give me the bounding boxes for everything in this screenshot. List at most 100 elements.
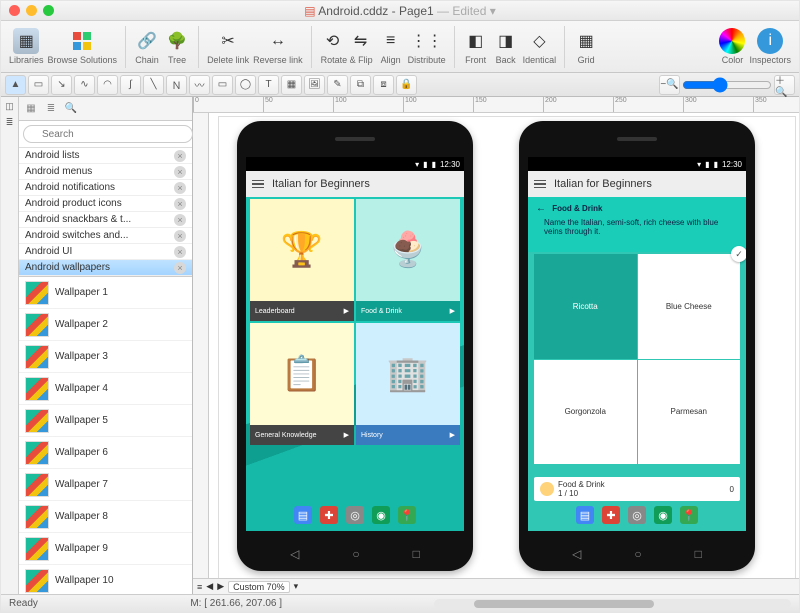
close-icon[interactable]: × (174, 182, 186, 194)
search-mode-icon[interactable]: 🔍 (63, 101, 79, 117)
card-leaderboard[interactable]: 🏆Leaderboard▶ (250, 199, 354, 321)
shape-row[interactable]: Wallpaper 6 (19, 437, 192, 469)
zoom-out-button[interactable]: −🔍 (659, 75, 680, 95)
home-key-icon[interactable]: ○ (352, 547, 359, 561)
group-tool[interactable]: ⧉ (350, 75, 371, 95)
answer-option[interactable]: Gorgonzola (534, 360, 637, 465)
close-icon[interactable]: × (174, 230, 186, 242)
zoom-dropdown-icon[interactable]: ▾ (294, 581, 299, 592)
recent-key-icon[interactable]: □ (695, 547, 702, 561)
dock-chrome-icon[interactable]: ◉ (372, 506, 390, 524)
close-icon[interactable]: × (174, 150, 186, 162)
toolbar-chain[interactable]: 🔗Chain (134, 28, 160, 65)
answer-option[interactable]: Parmesan (638, 360, 741, 465)
shape-row[interactable]: Wallpaper 2 (19, 309, 192, 341)
library-group-row[interactable]: Android switches and...× (19, 228, 192, 244)
view-list-icon[interactable]: ≣ (43, 101, 59, 117)
toolbar-back[interactable]: ◨Back (493, 28, 519, 65)
phone-mockup-2[interactable]: ▾ ▮ ▮ 12:30 Italian for Beginners ← (519, 121, 755, 571)
library-group-row[interactable]: Android product icons× (19, 196, 192, 212)
table-tool[interactable]: ▦ (281, 75, 302, 95)
page-nav-left-icon[interactable]: ◀ (206, 581, 213, 592)
close-icon[interactable]: × (174, 214, 186, 226)
arc-tool[interactable]: ◠ (97, 75, 118, 95)
hamburger-icon[interactable] (252, 180, 264, 189)
zoom-range[interactable] (682, 77, 772, 93)
toolbar-color[interactable]: Color (719, 28, 745, 65)
zoom-readout[interactable]: Custom 70% (228, 581, 290, 593)
toolbar-browse-solutions[interactable]: Browse Solutions (48, 28, 118, 65)
close-icon[interactable]: × (174, 166, 186, 178)
close-icon[interactable]: × (174, 246, 186, 258)
ellipse-tool[interactable]: ◯ (235, 75, 256, 95)
shape-row[interactable]: Wallpaper 3 (19, 341, 192, 373)
dock-docs-icon[interactable]: ▤ (576, 506, 594, 524)
edit-tool[interactable]: ✎ (327, 75, 348, 95)
close-icon[interactable]: × (174, 198, 186, 210)
freehand-tool[interactable]: 〰 (189, 75, 210, 95)
hamburger-icon[interactable] (534, 180, 546, 189)
text-tool[interactable]: T (258, 75, 279, 95)
shape-row[interactable]: Wallpaper 5 (19, 405, 192, 437)
view-grid-icon[interactable]: ▦ (23, 101, 39, 117)
home-key-icon[interactable]: ○ (634, 547, 641, 561)
library-group-row[interactable]: Android snackbars & t...× (19, 212, 192, 228)
shape-row[interactable]: Wallpaper 10 (19, 565, 192, 594)
check-icon[interactable]: ✓ (731, 246, 746, 262)
dock-maps-icon[interactable]: 📍 (398, 506, 416, 524)
toolbar-delete-link[interactable]: ✂Delete link (207, 28, 249, 65)
library-group-row[interactable]: Android lists× (19, 148, 192, 164)
scrollbar-horizontal[interactable] (434, 599, 791, 609)
dock-camera-icon[interactable]: ◎ (346, 506, 364, 524)
rail-pages-icon[interactable]: ◫ (3, 99, 17, 113)
library-group-row[interactable]: Android notifications× (19, 180, 192, 196)
segment-tool[interactable]: ▭ (28, 75, 49, 95)
shape-row[interactable]: Wallpaper 7 (19, 469, 192, 501)
library-group-row[interactable]: Android menus× (19, 164, 192, 180)
dock-docs-icon[interactable]: ▤ (294, 506, 312, 524)
canvas[interactable]: ▾ ▮ ▮ 12:30 Italian for Beginners (209, 113, 799, 578)
phone-mockup-1[interactable]: ▾ ▮ ▮ 12:30 Italian for Beginners (237, 121, 473, 571)
answer-option[interactable]: Ricotta (534, 254, 637, 359)
zoom-in-button[interactable]: ＋🔍 (774, 75, 795, 95)
toolbar-identical[interactable]: ◇Identical (523, 28, 557, 65)
page-prev-icon[interactable]: ≡ (197, 582, 202, 592)
image-tool[interactable]: 🖼 (304, 75, 325, 95)
connector-tool[interactable]: ↘ (51, 75, 72, 95)
zoom-slider[interactable] (682, 77, 772, 93)
rect-tool[interactable]: ▭ (212, 75, 233, 95)
toolbar-rotate-flip[interactable]: ⟲⇋Rotate & Flip (320, 28, 374, 65)
scrollbar-thumb[interactable] (474, 600, 654, 608)
shape-row[interactable]: Wallpaper 4 (19, 373, 192, 405)
edited-indicator[interactable]: — Edited ▾ (437, 4, 496, 18)
back-key-icon[interactable]: ◁ (572, 547, 581, 561)
toolbar-tree[interactable]: 🌳Tree (164, 28, 190, 65)
card-food-drink[interactable]: 🍨Food & Drink▶ (356, 199, 460, 321)
toolbar-align[interactable]: ≡Align (378, 28, 404, 65)
toolbar-inspectors[interactable]: iInspectors (749, 28, 791, 65)
dock-plus-icon[interactable]: ✚ (602, 506, 620, 524)
rail-layers-icon[interactable]: ≣ (3, 115, 17, 129)
toolbar-grid[interactable]: ▦Grid (573, 28, 599, 65)
toolbar-libraries[interactable]: ▦ Libraries (9, 28, 44, 65)
dock-camera-icon[interactable]: ◎ (628, 506, 646, 524)
back-key-icon[interactable]: ◁ (290, 547, 299, 561)
lock-tool[interactable]: 🔒 (396, 75, 417, 95)
polyline-tool[interactable]: Ｎ (166, 75, 187, 95)
page-nav-right-icon[interactable]: ▶ (217, 581, 224, 592)
card-general-knowledge[interactable]: 📋General Knowledge▶ (250, 323, 354, 445)
shape-row[interactable]: Wallpaper 9 (19, 533, 192, 565)
dock-maps-icon[interactable]: 📍 (680, 506, 698, 524)
line-tool[interactable]: ╲ (143, 75, 164, 95)
toolbar-distribute[interactable]: ⋮⋮Distribute (408, 28, 446, 65)
search-input[interactable] (23, 125, 193, 143)
dock-plus-icon[interactable]: ✚ (320, 506, 338, 524)
shape-row[interactable]: Wallpaper 8 (19, 501, 192, 533)
ungroup-tool[interactable]: ⧈ (373, 75, 394, 95)
answer-option[interactable]: Blue Cheese (638, 254, 741, 359)
toolbar-front[interactable]: ◧Front (463, 28, 489, 65)
back-arrow-icon[interactable]: ← (536, 203, 546, 214)
library-group-row[interactable]: Android wallpapers× (19, 260, 192, 276)
library-group-row[interactable]: Android UI× (19, 244, 192, 260)
card-history[interactable]: 🏢History▶ (356, 323, 460, 445)
